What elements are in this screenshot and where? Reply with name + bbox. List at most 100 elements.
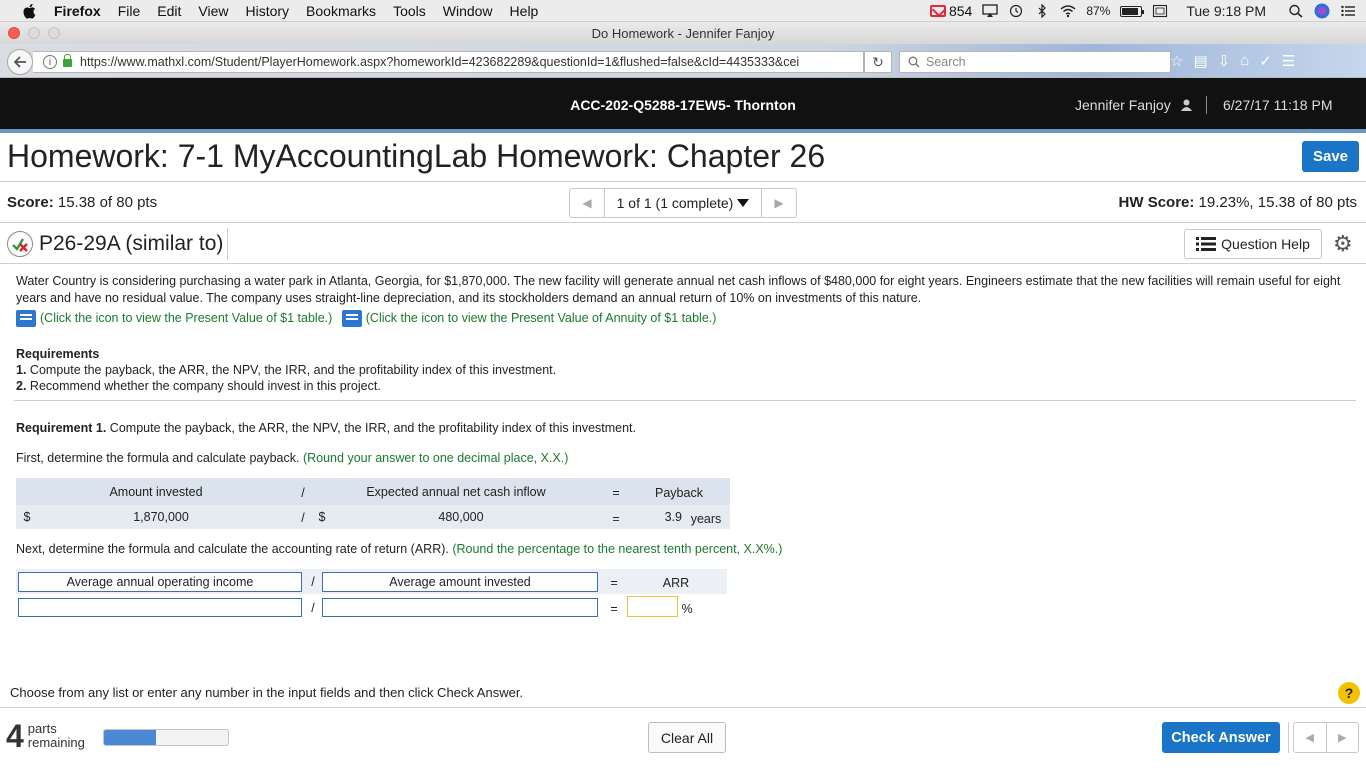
problem-text: Water Country is considering purchasing … xyxy=(16,274,1341,305)
battery-percent: 87% xyxy=(1086,4,1111,18)
minimize-window-button[interactable] xyxy=(28,27,40,39)
requirements-heading: Requirements xyxy=(16,347,100,361)
reload-button[interactable]: ↻ xyxy=(864,51,892,73)
search-icon xyxy=(908,56,920,68)
save-button[interactable]: Save xyxy=(1302,141,1359,172)
dropdown-arrow-icon xyxy=(737,199,750,207)
next-question-button[interactable]: ▶ xyxy=(762,189,796,217)
site-info-icon[interactable]: i xyxy=(43,55,57,69)
arr-divide: / xyxy=(311,601,315,615)
help-icon[interactable]: ? xyxy=(1338,682,1360,704)
header-divider xyxy=(1206,96,1207,114)
divider xyxy=(0,707,1366,708)
menu-history[interactable]: History xyxy=(245,3,289,19)
equals-sign: = xyxy=(612,512,620,526)
arr-income-header-select[interactable]: Average annual operating income xyxy=(18,572,302,592)
requirement-text: Recommend whether the company should inv… xyxy=(29,379,381,393)
user-icon xyxy=(1180,99,1192,111)
parts-label: parts remaining xyxy=(28,722,85,750)
arr-table: Average annual operating income / Averag… xyxy=(16,569,727,621)
hw-score: HW Score: 19.23%, 15.38 of 80 pts xyxy=(1119,194,1357,211)
back-arrow-icon xyxy=(13,56,26,68)
menu-file[interactable]: File xyxy=(118,3,141,19)
course-header: ACC-202-Q5288-17EW5- Thornton Jennifer F… xyxy=(0,78,1366,129)
browser-toolbar: i https://www.mathxl.com/Student/PlayerH… xyxy=(0,44,1366,78)
menubar-clock[interactable]: Tue 9:18 PM xyxy=(1186,3,1266,19)
annual-cash-inflow-value: 480,000 xyxy=(438,510,484,524)
hamburger-menu-icon[interactable]: ☰ xyxy=(1282,52,1295,70)
pocket-icon[interactable]: ✓ xyxy=(1259,52,1272,70)
payback-hint: (Round your answer to one decimal place,… xyxy=(302,451,569,465)
notification-center-icon[interactable] xyxy=(1340,4,1356,18)
menu-window[interactable]: Window xyxy=(443,3,493,19)
battery-icon[interactable] xyxy=(1120,5,1145,17)
bookmarks-list-icon[interactable]: ▤ xyxy=(1193,52,1207,70)
apple-icon[interactable] xyxy=(22,3,36,19)
requirement-1-heading: Requirement 1. Compute the payback, the … xyxy=(16,421,636,435)
annuity-table-link[interactable]: (Click the icon to view the Present Valu… xyxy=(341,310,717,327)
question-pager: ◀ 1 of 1 (1 complete) ▶ xyxy=(569,188,797,218)
pager-text: 1 of 1 (1 complete) xyxy=(616,195,734,211)
present-value-link-text[interactable]: (Click the icon to view the Present Valu… xyxy=(40,310,332,327)
home-icon[interactable]: ⌂ xyxy=(1240,52,1249,70)
wifi-icon[interactable] xyxy=(1060,4,1076,18)
clear-all-button[interactable]: Clear All xyxy=(648,722,726,753)
user-name-text: Jennifer Fanjoy xyxy=(1075,97,1171,113)
zoom-window-button[interactable] xyxy=(48,27,60,39)
book-icon[interactable] xyxy=(341,310,362,327)
lock-icon xyxy=(63,54,72,67)
requirements: Requirements 1. Compute the payback, the… xyxy=(16,346,556,394)
question-title: P26-29A (similar to) xyxy=(7,228,229,260)
bluetooth-icon[interactable] xyxy=(1034,4,1050,18)
arr-percent-unit: % xyxy=(681,602,693,616)
siri-icon[interactable] xyxy=(1314,3,1330,19)
settings-gear-icon[interactable]: ⚙ xyxy=(1333,231,1353,257)
present-value-table-link[interactable]: (Click the icon to view the Present Valu… xyxy=(16,310,332,327)
user-name[interactable]: Jennifer Fanjoy xyxy=(1075,97,1192,113)
keyboard-input-icon[interactable] xyxy=(1152,4,1168,18)
annuity-link-text[interactable]: (Click the icon to view the Present Valu… xyxy=(366,310,717,327)
menu-bookmarks[interactable]: Bookmarks xyxy=(306,3,376,19)
menu-app-firefox[interactable]: Firefox xyxy=(54,3,101,19)
back-button[interactable] xyxy=(7,49,33,75)
arr-instruction: Next, determine the formula and calculat… xyxy=(16,542,782,556)
header-annual-cash-inflow: Expected annual net cash inflow xyxy=(366,485,546,499)
arr-investment-header-select[interactable]: Average amount invested xyxy=(322,572,598,592)
search-placeholder: Search xyxy=(926,55,966,69)
url-text[interactable]: https://www.mathxl.com/Student/PlayerHom… xyxy=(80,55,799,69)
time-machine-icon[interactable] xyxy=(1008,4,1024,18)
spotlight-search-icon[interactable] xyxy=(1288,4,1304,18)
previous-question-button[interactable]: ◀ xyxy=(570,189,604,217)
footer-previous-button[interactable]: ◀ xyxy=(1294,723,1327,752)
average-amount-invested-input[interactable] xyxy=(322,598,598,617)
header-amount-invested: Amount invested xyxy=(109,485,203,499)
book-icon[interactable] xyxy=(16,310,36,327)
arr-instruction-text: Next, determine the formula and calculat… xyxy=(16,542,449,556)
footer-divider xyxy=(1288,722,1289,753)
arr-answer-input[interactable] xyxy=(627,596,678,617)
address-bar[interactable]: i https://www.mathxl.com/Student/PlayerH… xyxy=(33,51,864,73)
menu-edit[interactable]: Edit xyxy=(157,3,181,19)
airplay-icon[interactable] xyxy=(982,4,998,18)
header-equals: = xyxy=(612,486,620,500)
menu-view[interactable]: View xyxy=(198,3,228,19)
downloads-icon[interactable]: ⇩ xyxy=(1218,52,1231,70)
parts-label-line1: parts xyxy=(27,721,57,736)
question-help-button[interactable]: Question Help xyxy=(1184,229,1322,259)
menu-help[interactable]: Help xyxy=(510,3,539,19)
list-icon xyxy=(1196,237,1217,251)
question-selector[interactable]: 1 of 1 (1 complete) xyxy=(604,189,762,217)
divider xyxy=(0,263,1366,264)
average-operating-income-input[interactable] xyxy=(18,598,302,617)
mail-status[interactable]: 854 xyxy=(929,3,972,19)
check-answer-button[interactable]: Check Answer xyxy=(1162,722,1280,753)
menu-tools[interactable]: Tools xyxy=(393,3,426,19)
partial-credit-icon xyxy=(7,231,33,257)
divide-sign: / xyxy=(301,511,305,525)
window-controls xyxy=(8,27,60,39)
bookmark-star-icon[interactable]: ☆ xyxy=(1170,52,1183,70)
close-window-button[interactable] xyxy=(8,27,20,39)
search-input[interactable]: Search xyxy=(899,51,1171,73)
status-area: 854 87% Tue 9:18 PM xyxy=(929,0,1356,22)
footer-next-button[interactable]: ▶ xyxy=(1327,723,1359,752)
